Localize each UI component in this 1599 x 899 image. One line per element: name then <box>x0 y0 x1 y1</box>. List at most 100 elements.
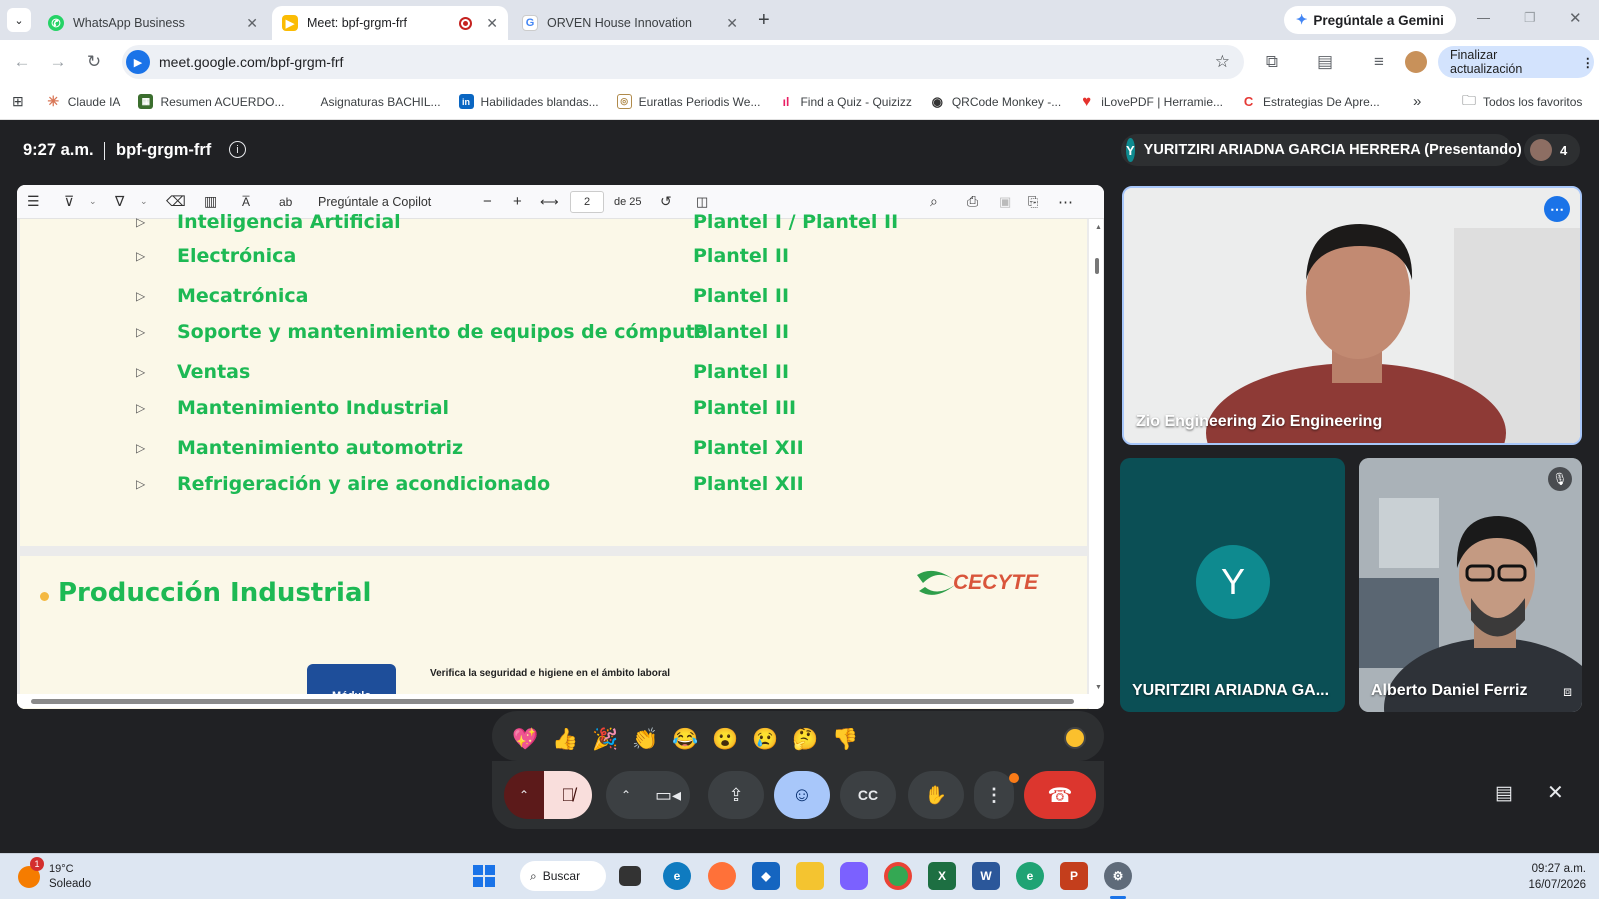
activities-icon[interactable]: ✕ <box>1547 780 1564 805</box>
eraser-icon[interactable]: ⌫ <box>166 193 186 210</box>
all-bookmarks[interactable]: 🗀 Todos los favoritos <box>1462 90 1582 114</box>
task-view-icon[interactable] <box>619 866 641 886</box>
chat-icon[interactable]: ▤ <box>1495 782 1513 805</box>
scrollbar-thumb[interactable] <box>1095 258 1099 274</box>
pdf-document[interactable]: ▷ Inteligencia Artificial Plantel I / Pl… <box>17 211 1104 709</box>
contents-icon[interactable]: ☰ <box>27 193 40 210</box>
highlight-icon[interactable]: ⊽ <box>64 193 74 210</box>
profile-avatar[interactable] <box>1405 51 1427 73</box>
apps-icon[interactable]: ⊞ <box>12 93 24 110</box>
reaction-clap[interactable]: 👏 <box>632 728 658 752</box>
present-button[interactable]: ⇪ <box>708 771 764 819</box>
tile-more-button[interactable]: ⋯ <box>1544 196 1570 222</box>
bookmark-asignaturas[interactable]: Asignaturas BACHIL... <box>320 95 440 109</box>
more-icon[interactable]: ⋯ <box>1058 193 1073 211</box>
read-aloud-icon[interactable]: A̅ <box>242 195 250 209</box>
reaction-party[interactable]: 🎉 <box>592 728 618 752</box>
participant-tile[interactable]: ⋯ Zio Engineering Zio Engineering <box>1122 186 1582 445</box>
participant-tile[interactable]: 🎙 Alberto Daniel Ferriz ⧈ <box>1359 458 1582 712</box>
extensions-icon[interactable]: ⧉ <box>1260 50 1284 74</box>
save-icon[interactable]: ▣ <box>999 194 1011 210</box>
leave-call-button[interactable]: ☎ <box>1024 771 1096 819</box>
menu-icon[interactable]: ⋮ <box>1582 55 1595 70</box>
participants-button[interactable]: 4 <box>1524 134 1580 166</box>
bookmark-qrcode[interactable]: ◉ QRCode Monkey -... <box>930 94 1062 109</box>
presenter-chip[interactable]: Y YURITZIRI ARIADNA GARCIA HERRERA (Pres… <box>1121 134 1522 166</box>
bookmark-habilidades[interactable]: in Habilidades blandas... <box>458 94 599 109</box>
horizontal-scrollbar[interactable] <box>17 694 1089 708</box>
skin-tone-button[interactable] <box>1064 727 1086 749</box>
captions-button[interactable]: CC <box>840 771 896 819</box>
bookmark-ilovepdf[interactable]: ♥ iLovePDF | Herramie... <box>1079 93 1223 110</box>
taskbar-search[interactable]: ⌕ Buscar <box>520 861 606 891</box>
restore-button[interactable]: ❐ <box>1524 10 1536 26</box>
minimize-button[interactable]: — <box>1477 10 1490 25</box>
media-icon[interactable]: ≡ <box>1367 50 1391 74</box>
save-as-icon[interactable]: ⎘ <box>1028 194 1038 210</box>
chevron-down-icon[interactable]: ⌄ <box>89 196 97 207</box>
scrollbar-thumb[interactable] <box>31 699 1074 704</box>
reload-button[interactable]: ↻ <box>82 50 106 74</box>
forward-button[interactable]: → <box>46 50 70 74</box>
bookmark-star-icon[interactable]: ☆ <box>1215 52 1230 72</box>
edge-dev-icon[interactable]: e <box>1016 862 1044 890</box>
more-bookmarks-icon[interactable]: » <box>1413 93 1421 110</box>
tab-search-button[interactable]: ⌄ <box>7 8 31 32</box>
clock[interactable]: 09:27 a.m. 16/07/2026 <box>1494 861 1586 893</box>
back-button[interactable]: ← <box>10 50 34 74</box>
sidebar-icon[interactable]: ▤ <box>1313 50 1337 74</box>
fit-width-icon[interactable]: ⟷ <box>540 194 559 210</box>
page-view-icon[interactable]: ◫ <box>696 194 708 210</box>
reaction-thinking[interactable]: 🤔 <box>792 728 818 752</box>
settings-icon[interactable]: ⚙ <box>1104 862 1132 890</box>
chrome-icon[interactable] <box>884 862 912 890</box>
microphone-button[interactable]: 🎙̸ <box>544 771 592 819</box>
reaction-heart[interactable]: 💖 <box>512 728 538 752</box>
print-icon[interactable]: ⎙ <box>967 193 978 210</box>
video-options-button[interactable]: ⌃ <box>606 771 646 819</box>
tab-meet[interactable]: ▶ Meet: bpf-grgm-frf ✕ <box>272 6 508 40</box>
reaction-laugh[interactable]: 😂 <box>672 728 698 752</box>
bookmark-euratlas[interactable]: ◎ Euratlas Periodis We... <box>616 94 760 109</box>
reaction-sad[interactable]: 😢 <box>752 728 778 752</box>
zoom-in-icon[interactable]: + <box>513 193 522 210</box>
search-icon[interactable]: ⌕ <box>930 193 938 210</box>
defender-icon[interactable]: ◆ <box>752 862 780 890</box>
firefox-icon[interactable] <box>708 862 736 890</box>
site-info-icon[interactable]: ▶ <box>126 50 150 74</box>
tab-whatsapp[interactable]: ✆ WhatsApp Business ✕ <box>38 6 268 40</box>
start-icon[interactable] <box>470 862 498 890</box>
emoji-button[interactable]: ☺ <box>774 771 830 819</box>
bookmark-resumen[interactable]: ▦ Resumen ACUERDO... <box>138 94 284 109</box>
file-explorer-icon[interactable] <box>796 862 824 890</box>
bookmark-claude[interactable]: ✳ Claude IA <box>46 93 120 109</box>
excel-icon[interactable]: X <box>928 862 956 890</box>
close-window-button[interactable]: ✕ <box>1569 9 1582 27</box>
chevron-down-icon[interactable]: ⌄ <box>140 196 148 207</box>
reaction-thumbs-down[interactable]: 👎 <box>832 728 858 752</box>
audio-options-button[interactable]: ⌃ <box>504 771 544 819</box>
gemini-button[interactable]: ✦ Pregúntale a Gemini <box>1284 6 1456 34</box>
info-icon[interactable]: i <box>229 141 246 158</box>
bookmark-quizizz[interactable]: ıl Find a Quiz - Quizizz <box>778 94 912 109</box>
tab-orven[interactable]: G ORVEN House Innovation ✕ <box>512 6 748 40</box>
page-number-input[interactable]: 2 <box>570 191 604 213</box>
copilot-icon[interactable] <box>840 862 868 890</box>
pin-icon[interactable]: ⧈ <box>1563 683 1572 700</box>
more-options-button[interactable]: ⋮ <box>974 771 1014 819</box>
draw-icon[interactable]: ∇ <box>115 193 124 210</box>
text-box-icon[interactable]: ▥ <box>204 193 217 210</box>
close-icon[interactable]: ✕ <box>246 15 258 32</box>
address-bar[interactable]: ▶ meet.google.com/bpf-grgm-frf ☆ <box>122 45 1244 79</box>
participant-tile[interactable]: Y YURITZIRI ARIADNA GA... <box>1120 458 1345 712</box>
new-tab-button[interactable]: + <box>758 9 770 32</box>
close-icon[interactable]: ✕ <box>486 15 498 32</box>
reaction-thumbs-up[interactable]: 👍 <box>552 728 578 752</box>
word-icon[interactable]: W <box>972 862 1000 890</box>
rotate-icon[interactable]: ↺ <box>660 193 672 210</box>
close-icon[interactable]: ✕ <box>726 15 738 32</box>
reaction-surprised[interactable]: 😮 <box>712 728 738 752</box>
powerpoint-icon[interactable]: P <box>1060 862 1088 890</box>
zoom-out-icon[interactable]: − <box>483 193 492 210</box>
weather-widget[interactable]: 1 19°C Soleado <box>18 857 91 894</box>
